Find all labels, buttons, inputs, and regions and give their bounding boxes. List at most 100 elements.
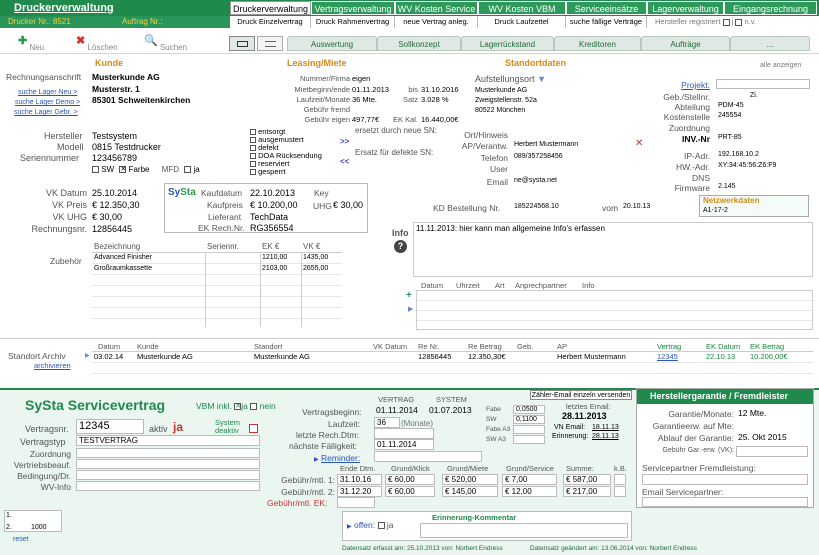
vertragsbeginn-input[interactable]: 01.11.2014 (374, 405, 426, 416)
tab-more[interactable]: ... (730, 36, 810, 51)
reminder-input[interactable] (374, 451, 482, 462)
tab-auftraege[interactable]: Aufträge (641, 36, 730, 51)
gebuehr-ek-input[interactable] (337, 497, 375, 508)
standort-field-input[interactable]: PRT-85 (716, 133, 808, 143)
tab-druckerverwaltung[interactable]: Druckerverwaltung (230, 1, 311, 15)
system-deaktiv-checkbox[interactable] (249, 424, 258, 433)
clear-ap-icon[interactable]: ✕ (635, 138, 643, 149)
search-button[interactable]: 🔍 Suchen (144, 34, 187, 52)
standort-field-input[interactable]: Zi. (716, 91, 808, 101)
tab-wv-kosten-service[interactable]: WV Kosten Service (395, 1, 478, 15)
druck-rahmenvertrag-button[interactable]: Druck Rahmenvertrag (311, 16, 395, 28)
gebuehr-cell[interactable]: € 587,00 (563, 474, 611, 485)
kd-bestellung-value[interactable]: 185224568.10 (514, 203, 559, 210)
tab-vertragsverwaltung[interactable]: Vertragsverwaltung (311, 1, 395, 15)
gebuehr-cell[interactable]: 31.12.20 (337, 486, 382, 497)
mfd-checkbox[interactable] (184, 166, 192, 174)
new-button[interactable]: ✚ Neu (18, 34, 44, 52)
arrow-left-icon[interactable]: << (340, 157, 349, 166)
ort-input[interactable] (512, 163, 630, 173)
vertragstyp-input[interactable]: TESTVERTRAG (76, 435, 260, 446)
vn-email-value[interactable]: 18.11.13 (592, 424, 619, 431)
erinnerung-kommentar-input[interactable] (420, 523, 628, 538)
archiv-cell[interactable]: 12345 (657, 352, 678, 361)
gebuehr-kb-checkbox[interactable] (614, 486, 626, 497)
ort-input[interactable] (512, 129, 630, 139)
druck-einzelvertrag-button[interactable]: Druck Einzelvertrag (230, 16, 311, 28)
gebuehr-cell[interactable]: € 217,00 (563, 486, 611, 497)
garantie-input[interactable] (736, 446, 808, 457)
tab-serviceeinsaetze[interactable]: Serviceeinsätze (566, 1, 647, 15)
status-checkbox[interactable] (250, 169, 256, 176)
zubehoer-cell[interactable]: 1210,00 (262, 254, 287, 261)
zaehler-email-button[interactable]: Zähler-Email einzeln versenden (530, 390, 632, 400)
service-field-input[interactable] (76, 470, 260, 480)
arrow-right-icon[interactable]: >> (340, 137, 349, 146)
standort-field-input[interactable]: 192.168.10.2 (716, 150, 808, 160)
aktiv-value[interactable]: ja (173, 420, 183, 434)
standort-field-input[interactable]: XY:34:45:56:Z6:F9 (716, 161, 808, 171)
suche-faellige-button[interactable]: suche fällige Verträge (566, 16, 647, 28)
fabe-input[interactable]: 0,1100 (513, 415, 545, 424)
vbm-nein-checkbox[interactable] (250, 403, 258, 411)
offen-ja-checkbox[interactable] (377, 522, 385, 530)
view-list-button[interactable] (257, 36, 283, 51)
gebuehr-cell[interactable]: € 520,00 (442, 474, 498, 485)
standort-field-input[interactable]: 245554 (716, 111, 808, 121)
tab-lagerverwaltung[interactable]: Lagerverwaltung (647, 1, 724, 15)
suche-lager-demo-link[interactable]: suche Lager Demo > (15, 99, 80, 106)
tab-auswertung[interactable]: Auswertung (287, 36, 377, 51)
reminder-link[interactable]: ▶ Reminder: (314, 453, 360, 463)
garantie-input[interactable]: 25. Okt 2015 (736, 432, 808, 443)
fabe-input[interactable] (513, 435, 545, 444)
email-servicepartner-input[interactable] (642, 497, 808, 507)
standort-field-input[interactable] (716, 172, 808, 182)
laufzeit-input[interactable]: 36 (374, 417, 400, 428)
service-field-input[interactable] (76, 459, 260, 469)
ort-input[interactable]: ne@systa.net (512, 176, 630, 186)
garantie-input[interactable]: 12 Mte. (736, 408, 808, 419)
reset-link[interactable]: reset (13, 536, 29, 543)
garantie-input[interactable] (736, 420, 808, 431)
standort-field-input[interactable] (716, 122, 808, 132)
zubehoer-cell[interactable]: Advanced Finisher (94, 254, 152, 261)
registriert-ja-checkbox[interactable] (722, 18, 730, 26)
alle-anzeigen-link[interactable]: alle anzeigen (760, 62, 801, 69)
standort-field-input[interactable] (716, 79, 810, 89)
tab-lagerrueckstand[interactable]: Lagerrückstand (461, 36, 554, 51)
zubehoer-cell[interactable]: 2103,00 (262, 265, 287, 272)
tab-eingangsrechnung[interactable]: Eingangsrechnung (724, 1, 817, 15)
view-card-button[interactable] (229, 36, 255, 51)
zubehoer-cell[interactable]: 2655,00 (303, 265, 328, 272)
sw-checkbox[interactable] (92, 166, 99, 174)
status-check-item[interactable]: gesperrt (250, 168, 286, 176)
gebuehr-cell[interactable]: € 60,00 (385, 474, 435, 485)
delete-button[interactable]: ✖ Löschen (76, 34, 118, 52)
fabe-input[interactable] (513, 425, 545, 434)
archivieren-link[interactable]: archivieren (34, 361, 71, 370)
druck-laufzettel-button[interactable]: Druck Laufzettel (478, 16, 566, 28)
tab-wv-kosten-vbm[interactable]: WV Kosten VBM (478, 1, 566, 15)
suche-lager-gebr-link[interactable]: suche Lager Gebr. > (14, 109, 78, 116)
ort-input[interactable]: Herbert Mustermann (512, 140, 630, 150)
suche-lager-neu-link[interactable]: suche Lager Neu > (18, 89, 77, 96)
gebuehr-cell[interactable]: € 60,00 (385, 486, 435, 497)
standort-field-input[interactable]: PDM-45 (716, 101, 808, 111)
gebuehr-cell[interactable]: € 145,00 (442, 486, 498, 497)
standort-field-label[interactable]: Projekt: (681, 80, 710, 90)
letzte-rech-input[interactable] (374, 428, 434, 439)
vertragsnr-input[interactable]: 12345 (76, 419, 144, 434)
gebuehr-cell[interactable]: 31.10.16 (337, 474, 382, 485)
add-contact-icon[interactable]: + (406, 290, 412, 301)
zubehoer-cell[interactable]: Großraumkassette (94, 265, 152, 272)
service-field-input[interactable] (76, 448, 260, 458)
farbe-checkbox[interactable]: ✕ (119, 166, 127, 174)
fabe-input[interactable]: 0,0500 (513, 405, 545, 414)
neue-vertrag-button[interactable]: neue Vertrag anleg. (395, 16, 478, 28)
gebuehr-cell[interactable]: € 7,00 (502, 474, 557, 485)
service-field-input[interactable] (76, 481, 260, 491)
tab-sollkonzept[interactable]: Sollkonzept (377, 36, 461, 51)
ort-input[interactable]: 089/357258456 (512, 152, 630, 162)
erinnerung-value[interactable]: 28.11.13 (592, 433, 619, 440)
tab-kreditoren[interactable]: Kreditoren (554, 36, 641, 51)
